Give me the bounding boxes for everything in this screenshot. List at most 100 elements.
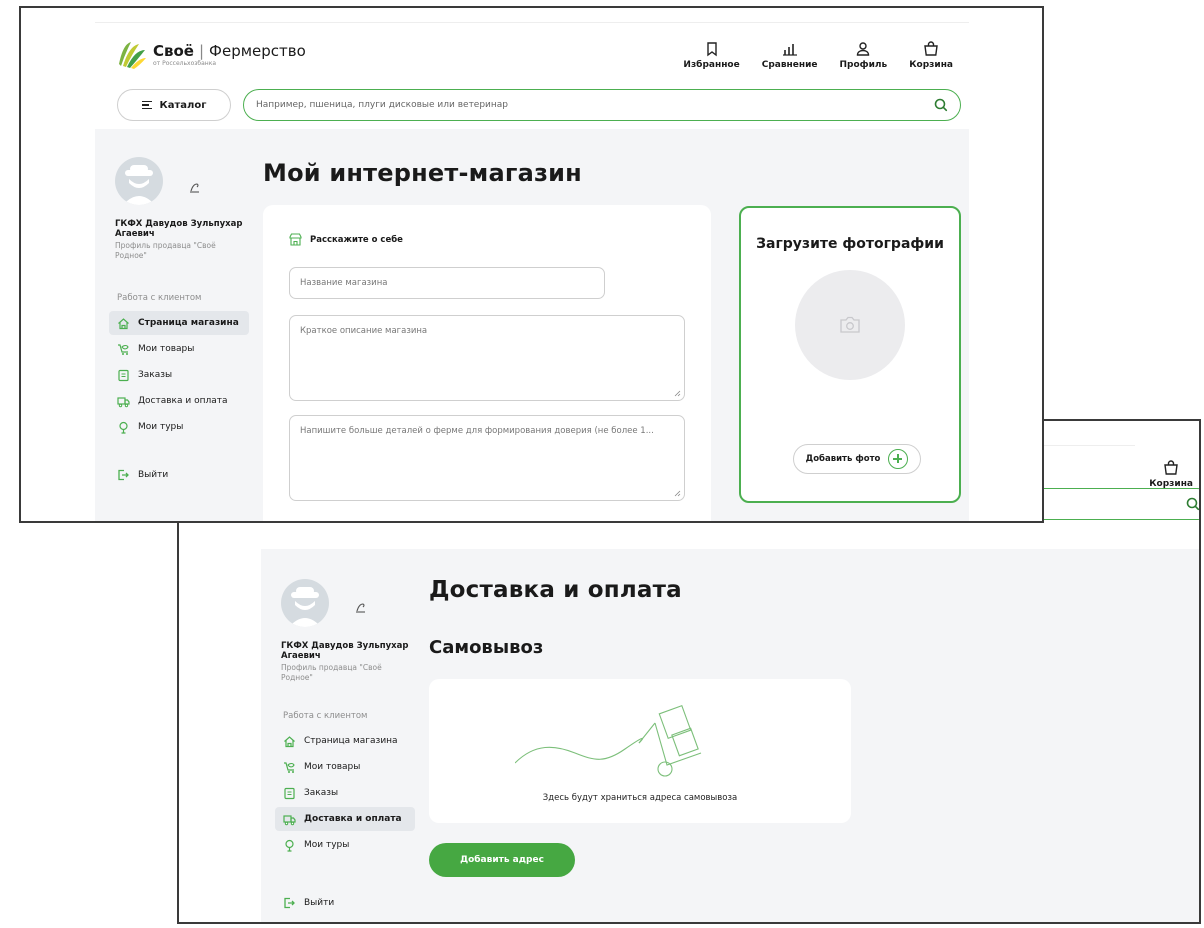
sidebar-item-orders[interactable]: Заказы: [109, 363, 249, 387]
header-compare-label: Сравнение: [761, 60, 818, 70]
seller-description: Профиль продавца "Своё Родное": [115, 241, 216, 260]
page-title: Мой интернет-магазин: [263, 159, 582, 187]
bookmark-icon: [706, 42, 717, 57]
logout-label: Выйти: [138, 470, 169, 480]
sidebar-item-label: Доставка и оплата: [304, 814, 402, 824]
details-placeholder: Напишите больше деталей о ферме для форм…: [300, 426, 654, 436]
logo[interactable]: Своё | Фермерство от Россельхозбанка: [115, 38, 306, 70]
header-compare[interactable]: Сравнение: [762, 41, 818, 70]
header-cart[interactable]: Корзина: [909, 41, 953, 70]
sidebar-item-label: Страница магазина: [138, 318, 239, 328]
sidebar-item-label: Доставка и оплата: [138, 396, 228, 406]
short-description-textarea[interactable]: Краткое описание магазина: [289, 315, 685, 401]
logo-icon: [115, 38, 147, 70]
profile: ГКФХ Давудов Зульпухар Агаевич Профиль п…: [115, 157, 255, 261]
header-favorites-label: Избранное: [683, 60, 740, 70]
sidebar-item-orders[interactable]: Заказы: [275, 781, 415, 805]
edit-icon[interactable]: [355, 601, 367, 613]
cart-icon: [924, 41, 938, 56]
photo-placeholder[interactable]: [795, 270, 905, 380]
sidebar-item-goods[interactable]: Мои товары: [109, 337, 249, 361]
sidebar-menu: Работа с клиентом Страница магазина Мои …: [109, 293, 249, 441]
home-icon: [284, 735, 295, 747]
sidebar-item-label: Мои товары: [304, 762, 361, 772]
logout-button[interactable]: Выйти: [283, 897, 334, 909]
sidebar-item-label: Заказы: [138, 370, 173, 380]
header-favorites[interactable]: Избранное: [683, 41, 740, 70]
logo-text: Своё | Фермерство от Россельхозбанка: [153, 42, 306, 67]
search-icon: [1186, 497, 1199, 511]
plus-icon: [888, 449, 909, 469]
shop-site: Своё | Фермерство от Россельхозбанка Изб…: [95, 8, 969, 521]
goods-icon: [118, 343, 129, 355]
top-divider: [95, 8, 969, 23]
header-profile[interactable]: Профиль: [840, 41, 887, 70]
sidebar-item-label: Страница магазина: [304, 736, 398, 746]
header-cart[interactable]: Корзина: [1149, 460, 1193, 489]
shop-icon: [289, 233, 302, 246]
add-photo-label: Добавить фото: [805, 454, 881, 464]
add-address-button[interactable]: Добавить адрес: [429, 843, 575, 877]
avatar[interactable]: [281, 579, 329, 627]
sidebar-menu: Работа с клиентом Страница магазина Мои …: [275, 711, 415, 859]
menu-icon: [141, 101, 152, 109]
sidebar-item-shop-page[interactable]: Страница магазина: [109, 311, 249, 335]
search-placeholder: Например, пшеница, плуги дисковые или ве…: [256, 100, 509, 110]
delivery-icon: [283, 814, 296, 825]
section-title: Самовывоз: [429, 637, 544, 658]
logout-icon: [284, 897, 295, 909]
menu-title: Работа с клиентом: [283, 711, 368, 721]
details-textarea[interactable]: Напишите больше деталей о ферме для форм…: [289, 415, 685, 501]
brand-name: Своё: [153, 41, 194, 60]
sidebar-item-tours[interactable]: Мои туры: [109, 415, 249, 439]
orders-icon: [284, 787, 295, 799]
logout-button[interactable]: Выйти: [117, 469, 168, 481]
add-photo-button[interactable]: Добавить фото: [793, 444, 921, 474]
form-heading-label: Расскажите о себе: [310, 234, 403, 245]
shop-main: ГКФХ Давудов Зульпухар Агаевич Профиль п…: [95, 129, 969, 521]
seller-description: Профиль продавца "Своё Родное": [281, 663, 382, 682]
photo-upload-card: Загрузите фотографии Добавить фото: [739, 206, 961, 503]
sidebar-item-label: Заказы: [304, 788, 339, 798]
sidebar-item-shop-page[interactable]: Страница магазина: [275, 729, 415, 753]
shop-screenshot: Своё | Фермерство от Россельхозбанка Изб…: [19, 6, 1044, 523]
avatar-silhouette-icon: [123, 165, 155, 205]
resize-handle-icon[interactable]: [674, 390, 681, 397]
resize-handle-icon[interactable]: [674, 490, 681, 497]
camera-icon: [840, 316, 860, 333]
pickup-addresses-empty-state: Здесь будут храниться адреса самовывоза: [429, 679, 851, 823]
search-input[interactable]: Например, пшеница, плуги дисковые или ве…: [243, 89, 961, 121]
sidebar-item-goods[interactable]: Мои товары: [275, 755, 415, 779]
menu-title: Работа с клиентом: [117, 293, 202, 303]
logo-title: Своё | Фермерство: [153, 42, 306, 60]
shop-name-input[interactable]: Название магазина: [289, 267, 605, 299]
seller-name: ГКФХ Давудов Зульпухар Агаевич: [281, 641, 409, 661]
search-icon: [934, 98, 948, 112]
brand-section: Фермерство: [209, 41, 306, 60]
header-cart-label: Корзина: [909, 60, 953, 70]
home-icon: [118, 317, 129, 329]
header-nav: Избранное Сравнение Профиль Корзина: [683, 41, 953, 70]
logout-icon: [118, 469, 129, 481]
orders-icon: [118, 369, 129, 381]
sidebar-item-label: Мои туры: [138, 422, 184, 432]
shop-name-placeholder: Название магазина: [300, 278, 388, 288]
avatar[interactable]: [115, 157, 163, 205]
avatar-silhouette-icon: [289, 587, 321, 627]
about-form: Расскажите о себе Название магазина Крат…: [263, 205, 711, 521]
catalog-label: Каталог: [159, 99, 207, 111]
short-description-placeholder: Краткое описание магазина: [300, 326, 428, 336]
edit-icon[interactable]: [189, 181, 201, 193]
sidebar-item-tours[interactable]: Мои туры: [275, 833, 415, 857]
catalog-button[interactable]: Каталог: [117, 89, 231, 121]
compare-icon: [782, 44, 797, 56]
brand-subtitle: от Россельхозбанка: [153, 59, 217, 67]
sidebar-item-delivery[interactable]: Доставка и оплата: [275, 807, 415, 831]
delivery-icon: [117, 396, 130, 407]
sidebar-item-delivery[interactable]: Доставка и оплата: [109, 389, 249, 413]
logout-label: Выйти: [304, 898, 335, 908]
user-icon: [857, 42, 870, 56]
tours-icon: [285, 839, 294, 852]
cart-icon: [1164, 460, 1178, 475]
search-row: Каталог Например, пшеница, плуги дисковы…: [95, 89, 969, 129]
